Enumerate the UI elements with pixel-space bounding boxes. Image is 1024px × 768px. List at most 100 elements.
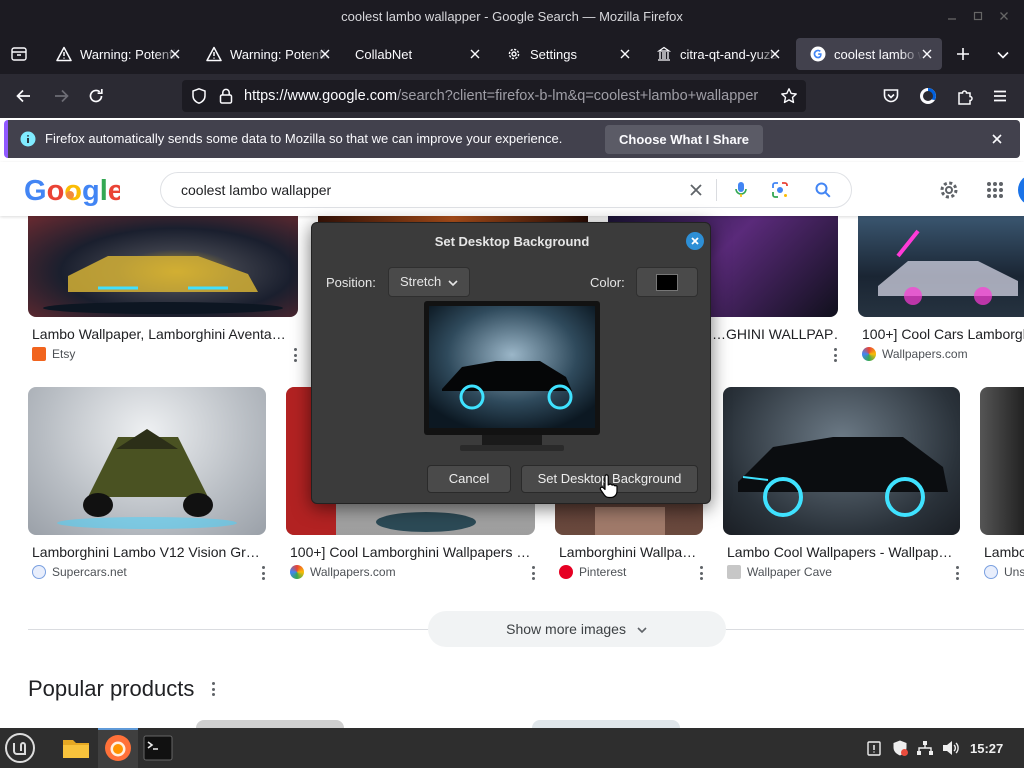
settings-gear-icon[interactable] xyxy=(938,179,960,201)
more-options-icon[interactable] xyxy=(262,566,266,580)
product-image[interactable] xyxy=(532,720,680,728)
more-options-icon[interactable] xyxy=(700,566,704,580)
close-tab-icon[interactable] xyxy=(318,47,332,61)
more-options-icon[interactable] xyxy=(834,348,838,362)
more-options-icon[interactable] xyxy=(532,566,536,580)
result-title[interactable]: 100+] Cool Cars Lamborghi xyxy=(862,326,1024,342)
window-title: coolest lambo wallapper - Google Search … xyxy=(341,9,683,24)
maximize-icon[interactable] xyxy=(972,10,984,22)
svg-text:Google: Google xyxy=(24,175,120,207)
chevron-down-icon[interactable] xyxy=(995,47,1011,63)
google-doodle-logo[interactable]: Google xyxy=(24,173,120,207)
tab-label: CollabNet xyxy=(355,46,413,62)
extensions-icon[interactable] xyxy=(955,86,975,106)
close-window-icon[interactable] xyxy=(998,10,1010,22)
account-icon[interactable] xyxy=(918,86,938,106)
result-title[interactable]: Lambo Cool Wallpapers - Wallpap… xyxy=(727,544,957,560)
close-dialog-button[interactable] xyxy=(686,232,704,250)
firefox-taskbar-item[interactable] xyxy=(98,728,138,768)
source-name: Wallpaper Cave xyxy=(747,565,832,579)
tab-warning-1[interactable]: Warning: Potential Security Risk Ahead xyxy=(42,38,190,70)
tab-google-search[interactable]: coolest lambo wallapper xyxy=(796,38,942,70)
result-image-cave-lambo[interactable] xyxy=(723,387,960,535)
position-value: Stretch xyxy=(400,274,442,289)
dialog-title: Set Desktop Background xyxy=(434,234,590,249)
lens-icon[interactable] xyxy=(771,181,789,199)
clipboard-icon[interactable] xyxy=(866,740,882,756)
result-image-dark-lambo[interactable] xyxy=(980,387,1024,535)
cancel-button[interactable]: Cancel xyxy=(427,465,511,493)
update-shield-icon[interactable] xyxy=(891,739,909,757)
tab-citra[interactable]: citra-qt-and-yuzu xyxy=(642,38,790,70)
result-title[interactable]: …GHINI WALLPAP… xyxy=(712,326,837,342)
show-more-images-button[interactable]: Show more images xyxy=(428,611,726,647)
clock[interactable]: 15:27 xyxy=(970,741,1003,756)
tab-collabnet[interactable]: CollabNet xyxy=(342,38,490,70)
choose-what-i-share-button[interactable]: Choose What I Share xyxy=(605,125,763,154)
network-icon[interactable] xyxy=(916,740,934,756)
color-picker-button[interactable] xyxy=(636,267,698,297)
mint-menu-icon[interactable] xyxy=(4,732,36,764)
terminal-icon[interactable] xyxy=(142,732,174,764)
tab-bar: Warning: Potential Security Risk Ahead W… xyxy=(0,34,1024,74)
tab-settings[interactable]: Settings xyxy=(492,38,640,70)
pocket-icon[interactable] xyxy=(881,86,901,106)
more-options-icon[interactable] xyxy=(956,566,960,580)
result-source[interactable]: Wallpapers.com xyxy=(290,565,396,579)
etsy-favicon-icon xyxy=(32,347,46,361)
result-image-neon-lambo[interactable] xyxy=(858,216,1024,317)
pinterest-favicon-icon xyxy=(559,565,573,579)
close-tab-icon[interactable] xyxy=(768,47,782,61)
url-text[interactable]: https://www.google.com/search?client=fir… xyxy=(244,88,758,104)
position-dropdown[interactable]: Stretch xyxy=(388,267,470,297)
result-title[interactable]: Lamborghini Lambo V12 Vision Gr… xyxy=(32,544,264,560)
source-name: Supercars.net xyxy=(52,565,127,579)
close-tab-icon[interactable] xyxy=(618,47,632,61)
close-tab-icon[interactable] xyxy=(168,47,182,61)
clear-search-icon[interactable] xyxy=(688,182,704,198)
result-title[interactable]: Lamborghini Wallpa… xyxy=(559,544,699,560)
file-manager-icon[interactable] xyxy=(60,732,92,764)
product-image[interactable] xyxy=(196,720,344,728)
result-source[interactable]: Wallpapers.com xyxy=(862,347,968,361)
tab-label: Settings xyxy=(530,46,577,62)
result-title[interactable]: Lambo Wallpaper, Lamborghini Aventa… xyxy=(32,326,290,342)
url-path: /search?client=firefox-b-lm&q=coolest+la… xyxy=(397,88,759,104)
forward-icon[interactable] xyxy=(51,86,71,106)
result-title[interactable]: Lambo xyxy=(984,544,1024,560)
close-tab-icon[interactable] xyxy=(920,47,934,61)
search-icon[interactable] xyxy=(814,181,832,199)
tab-overview-icon[interactable] xyxy=(10,45,28,63)
result-source[interactable]: Supercars.net xyxy=(32,565,127,579)
reload-icon[interactable] xyxy=(86,86,106,106)
result-source[interactable]: Wallpaper Cave xyxy=(727,565,832,579)
shield-icon[interactable] xyxy=(190,87,208,105)
taskbar xyxy=(0,728,1024,768)
more-options-icon[interactable] xyxy=(212,682,216,696)
chevron-down-icon xyxy=(448,280,458,287)
volume-icon[interactable] xyxy=(942,740,960,756)
bookmark-star-icon[interactable] xyxy=(780,87,798,105)
close-notification-icon[interactable] xyxy=(990,132,1004,146)
back-icon[interactable] xyxy=(14,86,34,106)
lock-icon[interactable] xyxy=(217,87,235,105)
tab-warning-2[interactable]: Warning: Potential Security Risk Ahead xyxy=(192,38,340,70)
microphone-icon[interactable] xyxy=(733,180,749,200)
result-image-lambo-aventador[interactable] xyxy=(28,216,298,317)
result-image-v12-vision[interactable] xyxy=(28,387,266,535)
result-title[interactable]: 100+] Cool Lamborghini Wallpapers … xyxy=(290,544,532,560)
result-source[interactable]: Uns xyxy=(984,565,1024,579)
google-apps-icon[interactable] xyxy=(986,181,1004,199)
gear-icon xyxy=(508,48,520,60)
tab-label: citra-qt-and-yuzu xyxy=(680,46,778,62)
more-options-icon[interactable] xyxy=(294,348,298,362)
source-name: Uns xyxy=(1004,565,1024,579)
result-source[interactable]: Pinterest xyxy=(559,565,626,579)
result-source[interactable]: Etsy xyxy=(32,347,75,361)
menu-icon[interactable] xyxy=(990,86,1010,106)
close-tab-icon[interactable] xyxy=(468,47,482,61)
search-query-text[interactable]: coolest lambo wallapper xyxy=(181,182,331,198)
new-tab-icon[interactable] xyxy=(955,46,971,62)
tab-label: coolest lambo wallapper xyxy=(834,46,922,62)
minimize-icon[interactable] xyxy=(946,10,958,22)
